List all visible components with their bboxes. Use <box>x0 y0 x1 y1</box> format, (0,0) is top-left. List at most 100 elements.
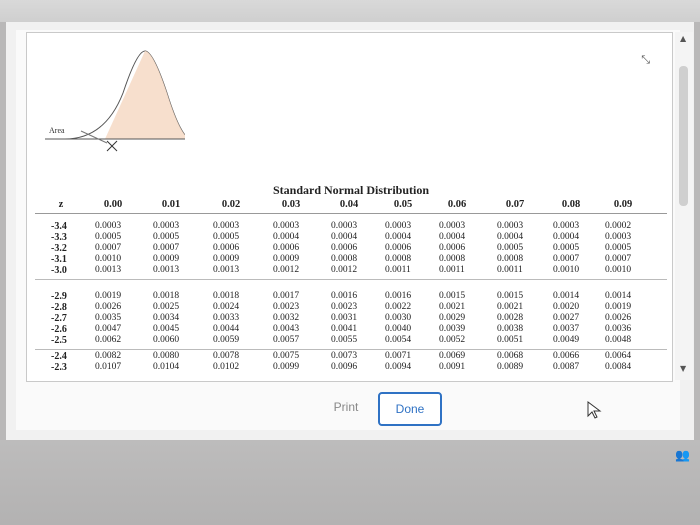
table-cell: 0.0089 <box>497 362 524 372</box>
table-cell: 0.0022 <box>385 302 412 312</box>
table-cell: 0.0003 <box>439 221 466 231</box>
table-cell: 0.0104 <box>153 362 180 372</box>
table-cell: 0.0007 <box>95 243 122 253</box>
table-cell: 0.0031 <box>331 313 358 323</box>
table-cell: 0.0006 <box>331 243 358 253</box>
table-cell: 0.0003 <box>95 221 122 231</box>
table-cell: 0.0014 <box>605 291 632 301</box>
table-cell: 0.0019 <box>605 302 632 312</box>
row-z-label: -2.6 <box>51 324 67 335</box>
table-cell: 0.0010 <box>553 265 580 275</box>
table-cell: 0.0082 <box>95 351 122 361</box>
table-cell: 0.0087 <box>553 362 580 372</box>
table-cell: 0.0052 <box>439 335 466 345</box>
row-z-label: -2.7 <box>51 313 67 324</box>
table-cell: 0.0102 <box>213 362 240 372</box>
table-cell: 0.0009 <box>213 254 240 264</box>
table-cell: 0.0043 <box>273 324 300 334</box>
table-cell: 0.0020 <box>553 302 580 312</box>
table-cell: 0.0005 <box>153 232 180 242</box>
table-cell: 0.0006 <box>213 243 240 253</box>
people-icon: 👥 <box>675 448 690 462</box>
shaded-area <box>105 51 185 139</box>
table-cell: 0.0036 <box>605 324 632 334</box>
table-cell: 0.0069 <box>439 351 466 361</box>
table-cell: 0.0034 <box>153 313 180 323</box>
scrollbar[interactable]: ▲ ▼ <box>675 32 693 380</box>
table-cell: 0.0006 <box>439 243 466 253</box>
print-button[interactable]: Print <box>316 392 376 422</box>
table-cell: 0.0011 <box>497 265 523 275</box>
table-cell: 0.0038 <box>497 324 524 334</box>
table-cell: 0.0075 <box>273 351 300 361</box>
table-cell: 0.0039 <box>439 324 466 334</box>
row-z-label: -2.8 <box>51 302 67 313</box>
minimize-icon[interactable]: ⤡ <box>641 53 650 67</box>
table-cell: 0.0008 <box>497 254 524 264</box>
table-cell: 0.0023 <box>273 302 300 312</box>
table-cell: 0.0060 <box>153 335 180 345</box>
table-cell: 0.0012 <box>331 265 358 275</box>
screen: ⤡ Area z Standard Normal Distribution z 0… <box>6 22 694 440</box>
table-cell: 0.0017 <box>273 291 300 301</box>
table-cell: 0.0026 <box>95 302 122 312</box>
header-rule <box>35 213 667 214</box>
group-rule <box>35 279 667 280</box>
table-cell: 0.0002 <box>605 221 632 231</box>
scroll-up-icon[interactable]: ▲ <box>680 34 686 43</box>
table-cell: 0.0091 <box>439 362 466 372</box>
table-cell: 0.0003 <box>553 221 580 231</box>
table-cell: 0.0099 <box>273 362 300 372</box>
table-cell: 0.0028 <box>497 313 524 323</box>
table-cell: 0.0066 <box>553 351 580 361</box>
column-header: 0.04 <box>339 199 359 210</box>
table-cell: 0.0084 <box>605 362 632 372</box>
column-header: 0.05 <box>393 199 413 210</box>
table-cell: 0.0055 <box>331 335 358 345</box>
table-cell: 0.0005 <box>497 243 524 253</box>
table-cell: 0.0004 <box>439 232 466 242</box>
table-cell: 0.0006 <box>273 243 300 253</box>
done-button[interactable]: Done <box>378 392 442 426</box>
table-cell: 0.0010 <box>605 265 632 275</box>
table-cell: 0.0006 <box>385 243 412 253</box>
table-cell: 0.0021 <box>497 302 524 312</box>
table-cell: 0.0003 <box>273 221 300 231</box>
group-rule <box>35 349 667 350</box>
table-cell: 0.0003 <box>153 221 180 231</box>
mouse-cursor-icon <box>587 401 602 419</box>
table-cell: 0.0026 <box>605 313 632 323</box>
row-z-label: -3.3 <box>51 232 67 243</box>
table-cell: 0.0071 <box>385 351 412 361</box>
table-cell: 0.0068 <box>497 351 524 361</box>
table-cell: 0.0015 <box>497 291 524 301</box>
column-header: 0.07 <box>505 199 525 210</box>
table-cell: 0.0049 <box>553 335 580 345</box>
table-cell: 0.0037 <box>553 324 580 334</box>
table-cell: 0.0080 <box>153 351 180 361</box>
table-cell: 0.0018 <box>153 291 180 301</box>
table-cell: 0.0007 <box>153 243 180 253</box>
table-cell: 0.0008 <box>439 254 466 264</box>
scroll-thumb[interactable] <box>679 66 688 206</box>
table-title: Standard Normal Distribution <box>273 183 430 197</box>
table-cell: 0.0057 <box>273 335 300 345</box>
table-cell: 0.0005 <box>605 243 632 253</box>
row-z-label: -2.4 <box>51 351 67 362</box>
table-scroll-area[interactable]: ⤡ Area z Standard Normal Distribution z 0… <box>26 32 673 382</box>
table-cell: 0.0007 <box>553 254 580 264</box>
table-cell: 0.0003 <box>385 221 412 231</box>
table-cell: 0.0003 <box>331 221 358 231</box>
table-cell: 0.0021 <box>439 302 466 312</box>
row-z-label: -3.2 <box>51 243 67 254</box>
scroll-down-icon[interactable]: ▼ <box>680 364 686 373</box>
normal-curve-figure: Area z <box>45 50 185 152</box>
table-cell: 0.0016 <box>331 291 358 301</box>
table-cell: 0.0073 <box>331 351 358 361</box>
table-cell: 0.0094 <box>385 362 412 372</box>
row-z-label: -3.0 <box>51 265 67 276</box>
table-cell: 0.0023 <box>331 302 358 312</box>
table-cell: 0.0024 <box>213 302 240 312</box>
table-cell: 0.0044 <box>213 324 240 334</box>
table-cell: 0.0004 <box>553 232 580 242</box>
